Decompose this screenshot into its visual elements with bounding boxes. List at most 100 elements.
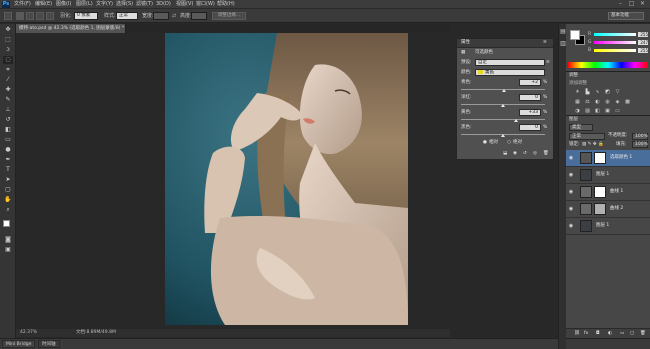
lock-icon[interactable]: ▨ ✎ ✥ 🔒 [582, 142, 604, 148]
path-selection-tool-icon[interactable]: ➤ [3, 176, 13, 184]
hue-saturation-icon[interactable]: ▦ [574, 99, 581, 106]
eye-icon[interactable]: ◉ [568, 223, 574, 229]
menu-3d[interactable]: 3D(D) [156, 1, 171, 8]
visibility-icon[interactable]: ◎ [533, 151, 537, 157]
layers-tab[interactable]: 图层 [569, 116, 578, 123]
history-brush-tool-icon[interactable]: ↺ [3, 116, 13, 124]
foreground-color-swatch[interactable] [3, 220, 10, 227]
new-layer-icon[interactable]: ▢ [630, 331, 634, 337]
menu-type[interactable]: 文字(Y) [96, 1, 113, 8]
black-thumb[interactable] [501, 134, 505, 137]
view-previous-icon[interactable]: ◉ [513, 151, 517, 157]
feather-input[interactable]: 0 像素 [74, 12, 98, 20]
red-value[interactable]: 255 [638, 32, 648, 37]
layer-name[interactable]: 图层 1 [596, 172, 609, 178]
colors-select[interactable]: 黄色 [475, 69, 545, 76]
quick-selection-tool-icon[interactable]: ◌ [3, 56, 13, 64]
fill-input[interactable]: 100% [632, 141, 648, 148]
layer-name[interactable]: 选取颜色 1 [610, 155, 632, 161]
document-photo[interactable] [165, 33, 408, 325]
gradient-tool-icon[interactable]: ▭ [3, 136, 13, 144]
document-info[interactable]: 文档:8.89M/49.8M [76, 329, 116, 337]
subtract-selection-icon[interactable] [36, 12, 44, 20]
absolute-radio[interactable]: ○ [507, 140, 511, 146]
brightness-icon[interactable]: ☀ [574, 89, 581, 96]
gradient-map-icon[interactable]: ▭ [614, 108, 621, 115]
eye-icon[interactable]: ◉ [568, 189, 574, 195]
move-tool-icon[interactable]: ✥ [3, 26, 13, 34]
channel-mixer-icon[interactable]: ◈ [614, 99, 621, 106]
crop-tool-icon[interactable]: ⌗ [3, 66, 13, 74]
layer-name[interactable]: 曲线 2 [610, 206, 623, 212]
menu-help[interactable]: 帮助(H) [217, 1, 235, 8]
document-tab[interactable]: 模特-ato.psd @ 42.3% (选取颜色 1, 图层蒙版/8) * [16, 24, 126, 33]
cyan-input[interactable]: +2 [519, 79, 541, 86]
hand-tool-icon[interactable]: ✋ [3, 196, 13, 204]
panel-menu-icon[interactable]: ≡ [543, 40, 547, 46]
vibrance-icon[interactable]: ▽ [614, 89, 621, 96]
shape-tool-icon[interactable]: ▢ [3, 186, 13, 194]
pen-tool-icon[interactable]: ✒ [3, 156, 13, 164]
layer-style-icon[interactable]: fx [584, 331, 588, 337]
layer-kind-filter[interactable]: 类型 [569, 124, 593, 131]
red-slider[interactable] [594, 33, 636, 36]
intersect-selection-icon[interactable] [46, 12, 54, 20]
layer-mask-thumbnail[interactable] [594, 203, 606, 215]
zoom-level[interactable]: 42.37% [20, 329, 37, 337]
link-layers-icon[interactable]: ⛓ [574, 331, 580, 337]
curves-icon[interactable]: ∿ [594, 89, 601, 96]
eraser-tool-icon[interactable]: ◧ [3, 126, 13, 134]
eyedropper-tool-icon[interactable]: ⁄ [3, 76, 13, 84]
eye-icon[interactable]: ◉ [568, 206, 574, 212]
tab-mini-bridge[interactable]: Mini Bridge [2, 340, 36, 348]
blue-slider[interactable] [594, 49, 636, 52]
type-tool-icon[interactable]: T [3, 166, 13, 174]
lasso-tool-icon[interactable]: ↄ [3, 46, 13, 54]
magenta-thumb[interactable] [501, 104, 505, 107]
color-balance-icon[interactable]: ⚖ [584, 99, 591, 106]
height-input[interactable] [191, 12, 207, 20]
brush-tool-icon[interactable]: ✎ [3, 96, 13, 104]
photo-filter-icon[interactable]: ◍ [604, 99, 611, 106]
new-adjustment-icon[interactable]: ◐ [608, 331, 612, 337]
green-value[interactable]: 247 [638, 40, 648, 45]
menu-image[interactable]: 图像(I) [56, 1, 71, 8]
yellow-track[interactable] [461, 119, 545, 120]
blue-value[interactable]: 255 [638, 48, 648, 53]
yellow-input[interactable]: +33 [519, 109, 541, 116]
clip-to-layer-icon[interactable]: ⬓ [503, 151, 507, 157]
threshold-icon[interactable]: ◧ [594, 108, 601, 115]
new-group-icon[interactable]: ▭ [620, 331, 624, 337]
layer-row[interactable]: ◉ 曲线 1 [566, 184, 650, 201]
menu-layer[interactable]: 图层(L) [76, 1, 93, 8]
maximize-icon[interactable]: □ [627, 1, 636, 7]
layer-row[interactable]: ◉ 图层 1 [566, 167, 650, 184]
healing-brush-tool-icon[interactable]: ✚ [3, 86, 13, 94]
yellow-thumb[interactable] [514, 119, 519, 122]
style-select[interactable]: 正常 [116, 12, 138, 20]
add-mask-icon[interactable]: ◘ [596, 331, 600, 337]
selective-color-adjust-icon[interactable]: ▣ [604, 108, 611, 115]
menu-window[interactable]: 窗口(W) [196, 1, 215, 8]
close-icon[interactable]: ✕ [638, 1, 647, 7]
layer-name[interactable]: 图层 1 [596, 223, 609, 229]
delete-layer-icon[interactable]: 🗑 [640, 331, 646, 337]
menu-select[interactable]: 选择(S) [116, 1, 133, 8]
color-spectrum-bar[interactable] [568, 62, 648, 68]
swap-icon[interactable]: ⇄ [172, 12, 176, 20]
menu-file[interactable]: 文件(F) [14, 1, 31, 8]
marquee-tool-icon[interactable]: ⬚ [3, 36, 13, 44]
invert-icon[interactable]: ◑ [574, 108, 581, 115]
minimize-icon[interactable]: – [616, 1, 625, 7]
quick-mask-icon[interactable]: ◙ [3, 236, 13, 244]
eye-icon[interactable]: ◉ [568, 172, 574, 178]
eye-icon[interactable]: ◉ [568, 155, 574, 161]
new-selection-icon[interactable] [16, 12, 24, 20]
exposure-icon[interactable]: ◩ [604, 89, 611, 96]
menu-view[interactable]: 视图(V) [176, 1, 193, 8]
layer-name[interactable]: 曲线 1 [610, 189, 623, 195]
marquee-tool-preset-icon[interactable] [4, 12, 12, 20]
adjustments-tab[interactable]: 调整 [569, 72, 578, 79]
layer-row[interactable]: ◉ 图层 1 [566, 218, 650, 235]
posterize-icon[interactable]: ▨ [584, 108, 591, 115]
